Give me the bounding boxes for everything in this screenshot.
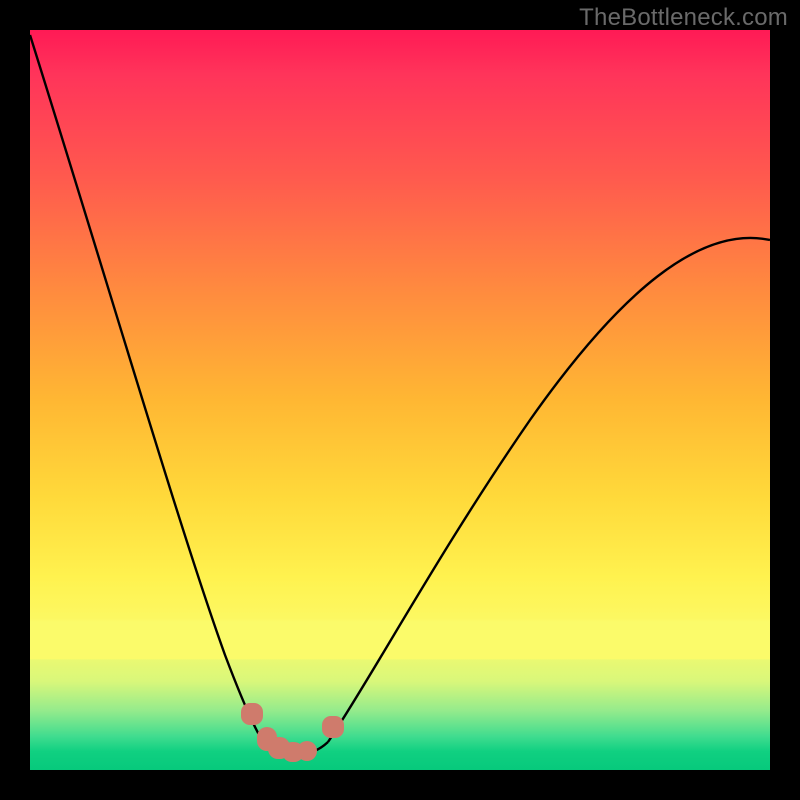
scatter-points-layer — [30, 30, 770, 770]
point-left-cap — [241, 703, 263, 725]
point-right-cap — [322, 716, 344, 738]
watermark-text: TheBottleneck.com — [579, 4, 788, 32]
point-bottom-4 — [297, 741, 317, 761]
chart-frame: TheBottleneck.com — [0, 0, 800, 800]
plot-area — [30, 30, 770, 770]
